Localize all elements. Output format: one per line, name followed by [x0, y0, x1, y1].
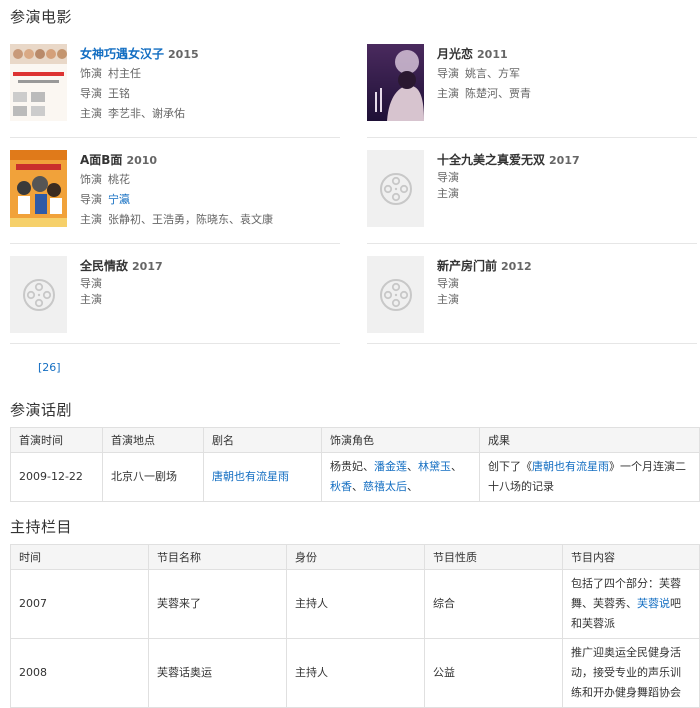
movie-row: 主演 陈楚河、贾青	[437, 87, 531, 100]
drama-table: 首演时间 首演地点 剧名 饰演角色 成果 2009-12-22 北京八一剧场 唐…	[10, 427, 700, 502]
cell-roles: 杨贵妃、潘金莲、林黛玉、秋香、慈禧太后、	[321, 452, 480, 502]
movie-year: 2017	[132, 260, 163, 273]
movie-row: 主演 张静初、王浩勇，陈晓东、袁文康	[80, 213, 273, 226]
column-header: 首演时间	[10, 427, 103, 453]
cell-place: 北京八一剧场	[102, 452, 204, 502]
role-link[interactable]: 慈禧太后	[363, 480, 407, 493]
director-link[interactable]: 宁瀛	[108, 193, 130, 206]
movie-card: 十全九美之真爱无双 2017 导演 主演	[367, 150, 697, 240]
movie-poster[interactable]	[10, 150, 67, 227]
movie-row: 导演	[437, 171, 459, 184]
divider	[367, 243, 697, 244]
movie-card: 新产房门前 2012 导演 主演	[367, 256, 697, 346]
column-header: 节目内容	[562, 544, 700, 570]
content-link[interactable]: 芙蓉说	[637, 597, 670, 610]
role-link[interactable]: 潘金莲	[374, 460, 407, 473]
section-title-dramas: 参演话剧	[10, 401, 73, 419]
column-header: 节目名称	[148, 544, 287, 570]
table-row: 2009-12-22 北京八一剧场 唐朝也有流星雨 杨贵妃、潘金莲、林黛玉、秋香…	[10, 452, 700, 502]
column-header: 时间	[10, 544, 149, 570]
movie-poster-placeholder[interactable]	[10, 256, 67, 333]
film-reel-icon	[23, 279, 55, 311]
movie-row: 导演 王铭	[80, 87, 130, 100]
movie-poster[interactable]	[367, 44, 424, 121]
movie-title[interactable]: 十全九美之真爱无双	[437, 153, 545, 167]
movie-card: 月光恋 2011 导演 姚言、方军 主演 陈楚河、贾青	[367, 44, 697, 134]
table-row: 2008 芙蓉话奥运 主持人 公益 推广迎奥运全民健身活动，接受专业的声乐训练和…	[10, 638, 700, 708]
movie-title-link[interactable]: 女神巧遇女汉子	[80, 47, 164, 61]
reference-link[interactable]: [26]	[38, 361, 61, 374]
role-link[interactable]: 秋香	[330, 480, 352, 493]
cell-date: 2009-12-22	[10, 452, 103, 502]
movie-year: 2010	[126, 154, 158, 167]
movie-row: 饰演 桃花	[80, 173, 130, 186]
table-row: 2007 芙蓉来了 主持人 综合 包括了四个部分：芙蓉舞、芙蓉秀、芙蓉说吧和芙蓉…	[10, 569, 700, 639]
column-header: 饰演角色	[321, 427, 480, 453]
movie-row: 主演	[80, 293, 102, 306]
movie-card: 女神巧遇女汉子 2015 饰演 村主任 导演 王铭 主演 李艺非、谢承佑	[10, 44, 340, 134]
film-reel-icon	[380, 173, 412, 205]
divider	[10, 343, 340, 344]
column-header: 成果	[479, 427, 700, 453]
movie-poster-placeholder[interactable]	[367, 150, 424, 227]
page: 参演电影 女神巧遇女汉子 2015 饰演 村主任 导演 王铭 主演 李艺非、谢承…	[0, 0, 700, 708]
movie-row: 饰演 村主任	[80, 67, 141, 80]
column-header: 首演地点	[102, 427, 204, 453]
table-header-row: 时间 节目名称 身份 节目性质 节目内容	[10, 544, 700, 570]
role-link[interactable]: 林黛玉	[418, 460, 451, 473]
divider	[367, 137, 697, 138]
drama-name-link[interactable]: 唐朝也有流星雨	[212, 470, 289, 483]
movie-poster-placeholder[interactable]	[367, 256, 424, 333]
movie-card: 全民情敌 2017 导演 主演	[10, 256, 340, 346]
movie-info: 全民情敌 2017 导演 主演	[80, 256, 340, 308]
movie-info: 十全九美之真爱无双 2017 导演 主演	[437, 150, 697, 202]
movie-row: 主演 李艺非、谢承佑	[80, 107, 185, 120]
movie-year: 2015	[168, 48, 199, 61]
movie-card: A面B面 2010 饰演 桃花 导演 宁瀛 主演 张静初、王浩勇，陈晓东、袁文康	[10, 150, 340, 240]
movie-year: 2011	[477, 48, 508, 61]
movie-info: 新产房门前 2012 导演 主演	[437, 256, 697, 308]
movie-row: 导演 姚言、方军	[437, 67, 520, 80]
drama-result-link[interactable]: 唐朝也有流星雨	[532, 460, 609, 473]
movie-info: 月光恋 2011 导演 姚言、方军 主演 陈楚河、贾青	[437, 44, 697, 104]
movie-year: 2017	[549, 154, 580, 167]
divider	[10, 243, 340, 244]
movie-title[interactable]: 全民情敌	[80, 259, 128, 273]
table-header-row: 首演时间 首演地点 剧名 饰演角色 成果	[10, 427, 700, 453]
section-title-films: 参演电影	[10, 8, 73, 26]
divider	[10, 137, 340, 138]
movie-row: 导演 宁瀛	[80, 193, 130, 206]
movie-row: 主演	[437, 187, 459, 200]
column-header: 剧名	[203, 427, 322, 453]
section-title-hosting: 主持栏目	[10, 518, 73, 536]
movie-title[interactable]: 新产房门前	[437, 259, 497, 273]
hosting-table: 时间 节目名称 身份 节目性质 节目内容 2007 芙蓉来了 主持人 综合 包括…	[10, 544, 700, 708]
column-header: 节目性质	[424, 544, 563, 570]
divider	[367, 343, 697, 344]
movie-poster[interactable]	[10, 44, 67, 121]
movie-year: 2012	[501, 260, 532, 273]
movie-row: 主演	[437, 293, 459, 306]
movie-info: 女神巧遇女汉子 2015 饰演 村主任 导演 王铭 主演 李艺非、谢承佑	[80, 44, 340, 124]
movie-row: 导演	[80, 277, 102, 290]
movie-info: A面B面 2010 饰演 桃花 导演 宁瀛 主演 张静初、王浩勇，陈晓东、袁文康	[80, 150, 340, 230]
cell-result: 创下了《唐朝也有流星雨》一个月连演二十八场的记录	[479, 452, 700, 502]
movie-title[interactable]: 月光恋	[437, 47, 473, 61]
movie-row: 导演	[437, 277, 459, 290]
movie-title[interactable]: A面B面	[80, 153, 122, 167]
film-reel-icon	[380, 279, 412, 311]
column-header: 身份	[286, 544, 425, 570]
